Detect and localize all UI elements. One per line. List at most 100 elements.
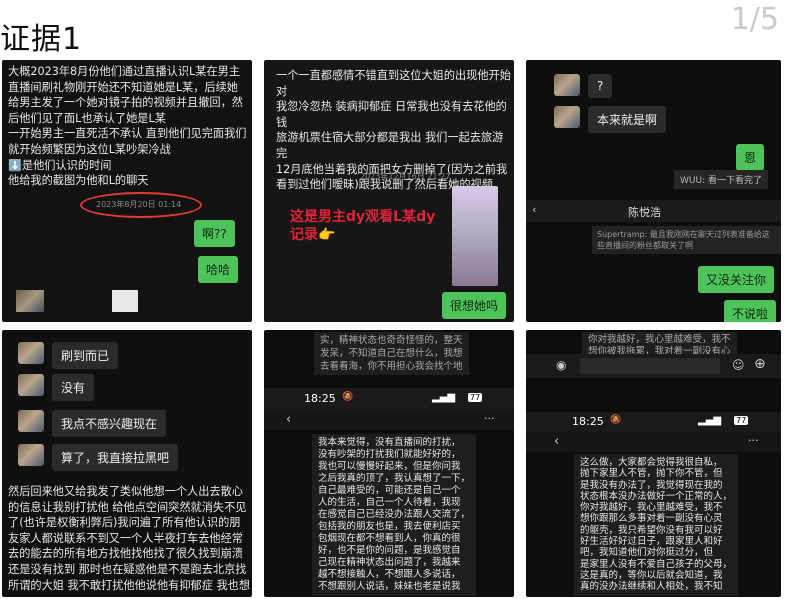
thumbnail-image [112,290,138,312]
chat-bubble-sent: 又没关注你 [698,266,775,293]
text-line: 后他们见了面L也承认了她是L某 [8,111,166,125]
p5-top-text: 实，精神状态也奇奇怪怪的，整天 发呆，不知道自己在想什么，我想 去看看海，你不用… [314,332,469,375]
text-line: 这么做，大家都会觉得我很自私， [580,457,723,468]
battery-icon: 77 [734,416,749,425]
text-line: 我忽冷忽热 装病抑郁症 日常我也没有去花他的钱 [276,100,507,129]
text-line: 是家里人没有不爱自己孩子的父母， [580,558,733,570]
chat-bubble-received: ? [588,74,613,98]
text-line: 之后我真的顶了，我认真想了一下， [318,473,471,484]
text-line: 的信息让我别打扰他 给他点空间突然就消失不见 [8,500,247,514]
text-line: 人的生活，自己一个人待着，我现 [318,497,461,508]
bell-icon: 🔕 [610,415,622,425]
screenshot-panel-3: ? 本来就是啊 恩 WUU: 看一下看完了 ‹ 陈悦浩 Supertramp: … [526,60,781,322]
text-line: 的躯壳，我只希望你没有我可以好 [580,524,723,536]
text-line: 发呆，不知道自己在想什么，我想 [320,348,463,359]
text-line: 己现在精神状态出问题了，我越来 [318,557,461,568]
clock-text: 18:25 [304,392,336,405]
text-line: 一个一直都感情不错直到这位大姐的出现他开始对 [276,69,511,98]
text-line: 真的没办法继续和人相处，我不知 [580,581,723,593]
screenshot-panel-5: 实，精神状态也奇奇怪怪的，整天 发呆，不知道自己在想什么，我想 去看看海，你不用… [264,330,514,597]
text-line: ⬇️是他们认识的时间 [8,158,112,172]
phone-status-bar: 18:25 🔕 ▂▄▆ 77 [526,412,781,432]
annotation-text: 这是男主dy观看L某dy记录👉 [290,209,436,243]
text-line: 没有吵架的打扰我们就能好好的， [318,449,461,460]
avatar [18,444,44,466]
text-line: 去的能去的所有地方找他找他找了很久找到崩溃 [8,547,243,561]
chat-bubble-sent: 啊?? [194,220,235,247]
text-line: 还是没有找到 那时也在疑惑他是不是跑去北京找 [8,562,247,576]
signal-icon: ▂▄▆ [432,392,456,403]
chat-header: ‹ ··· [264,410,514,430]
avatar [18,374,44,396]
contact-name: 陈悦浩 [628,206,661,219]
chat-bubble-sent: 不说啦 [724,300,777,322]
plus-icon[interactable]: ⊕ [754,356,766,372]
text-line: 自己最难受的，可能还是自己一个 [318,485,461,496]
chat-timestamp: 2023年8月20日 01:14 [96,200,182,209]
thumbnail-image [16,290,44,312]
text-line: 好，也不是你的问题，是我感觉自 [318,545,461,556]
text-line: 友家人都说联系不到又一个人半夜打车去他经常 [8,531,243,545]
signal-icon: ▂▄▆ [698,415,722,426]
chat-bubble-received: 刷到而已 [52,342,119,369]
text-line: 实，精神状态也奇奇怪怪的，整天 [320,335,463,346]
p5-message: 我本来觉得，没有直播间的打扰， 没有吵架的打扰我们就能好好的， 我也可以慢慢好起… [312,434,477,596]
text-line: 不想跟别人说话，妹妹也老是说我 [318,581,461,592]
chat-timestamp: 2023年12月16日 21:27 [360,172,451,181]
voice-icon[interactable]: ◉ [556,358,566,372]
text-line: 然后回来他又给我发了类似他想一个人出去散心 [8,485,243,498]
p4-text: 然后回来他又给我发了类似他想一个人出去散心 的信息让我别打扰他 给他点空间突然就… [8,484,250,593]
back-icon[interactable]: ‹ [554,434,559,449]
text-line: 你对我越好，我心里越难受，我不 [580,502,723,514]
text-line: 包烟现在都不想看到人，你真的很 [318,533,461,544]
page-indicator: 1/5 [730,2,779,37]
screenshot-panel-4: 刷到而已 没有 我点不感兴趣现在 算了，我直接拉黑吧 然后回来他又给我发了类似他… [2,330,252,597]
screenshot-panel-6: 你对我越好，我心里越难受，我不 想你被我拖累，我对着一副没有心 ◉ ☺ ⊕ 18… [526,330,781,597]
chat-bubble-sent: 很想她吗 [442,292,507,319]
avatar [554,74,580,96]
chat-bubble-received: 我点不感兴趣现在 [52,410,167,437]
quoted-notice: Supertramp: 最且我刚刚在聊天过列表准备给这些直播间的粉丝都取关了啊 [592,226,781,254]
chat-bubble-sent: 恩 [736,144,765,171]
chat-bubble-received: 本来就是啊 [588,106,667,133]
message-input[interactable] [580,358,720,374]
quote-snippet: WUU: 看一下看完了 [674,170,768,189]
text-line: 状态根本没办法做好一个正常的人， [580,490,733,502]
avatar [554,106,580,128]
chat-bubble-sent: 哈哈 [198,256,239,283]
text-line: 就开始频繁因为这位L某吵架冷战 [8,142,171,156]
text-line: 是我没有办法了，我觉得现在我的 [580,479,723,491]
video-thumbnail [452,186,498,286]
text-line: 越不想接触人，不想跟人多说话， [318,569,461,580]
chat-header: ‹ 陈悦浩 [526,200,781,222]
chat-bubble-received: 算了，我直接拉黑吧 [52,444,179,471]
avatar [18,410,44,432]
clock-text: 18:25 [572,415,604,428]
screenshot-panel-1: 大概2023年8月份他们通过直播认识L某在男主 直播间刷礼物刚开始还不知道她是L… [2,60,252,322]
emoji-icon[interactable]: ☺ [732,358,745,372]
page-title: 证据1 [0,22,83,57]
text-line: 想你跟那么多事对着一副没有心灵 [580,513,723,525]
p6-message: 这么做，大家都会觉得我很自私， 抛下家里人不管，抛下你不管，但 是我没有办法了，… [574,454,739,596]
input-bar: ◉ ☺ ⊕ [526,354,781,378]
text-line: 包括我的朋友也是，我去便利店买 [318,521,461,532]
chat-header: ‹ ··· [526,432,781,452]
text-line: 你对我越好，我心里越难受，我不 [588,334,731,345]
bell-icon: 🔕 [342,392,354,402]
text-line: 抛下家里人不管，抛下你不管，但 [580,468,723,480]
more-icon[interactable]: ··· [748,434,759,447]
screenshot-panel-2: 一个一直都感情不错直到这位大姐的出现他开始对 我忽冷忽热 装病抑郁症 日常我也没… [264,60,514,322]
text-line: 去看看海，你不用担心我会找个地 [320,361,463,372]
back-icon[interactable]: ‹ [532,203,536,216]
text-line: 吧，我知道他们对你挺过分，但 [580,547,714,559]
chat-bubble-received: 没有 [52,374,95,401]
more-icon[interactable]: ··· [484,412,495,425]
p1-text: 大概2023年8月份他们通过直播认识L某在男主 直播间刷礼物刚开始还不知道她是L… [8,64,247,189]
avatar [18,342,44,364]
text-line: 了(也许是权衡利弊后)我问遍了所有他认识的朋 [8,516,241,530]
back-icon[interactable]: ‹ [286,412,291,427]
text-line: 大概2023年8月份他们通过直播认识L某在男主 [8,65,241,78]
text-line: 给男主发了一个她对镜子拍的视频并且撤回，然 [8,96,243,110]
battery-icon: 77 [468,393,483,402]
text-line: 所谓的大姐 我不敢打扰他他说他有抑郁症 我也想 [8,578,251,592]
